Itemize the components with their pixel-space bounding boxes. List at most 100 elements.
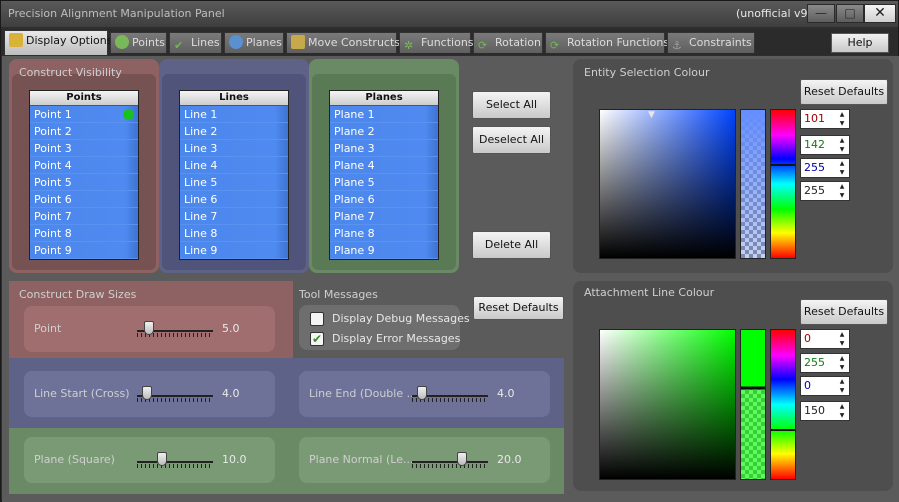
point-size-thumb[interactable] <box>144 321 154 335</box>
planes-header[interactable]: Planes <box>330 91 438 106</box>
tab-label: Display Options <box>26 34 113 47</box>
list-item[interactable]: Line 3 <box>180 140 288 157</box>
plane-size-thumb[interactable] <box>157 452 167 466</box>
spin-value: 255 <box>804 356 825 369</box>
attachment-red-spinbox[interactable]: 0 ▲ ▼ <box>800 329 850 349</box>
entity-red-spinbox[interactable]: 101 ▲ ▼ <box>800 109 850 129</box>
spin-arrows-icon[interactable]: ▲ ▼ <box>837 182 847 200</box>
tab-move-constructs[interactable]: Move Constructs <box>286 32 400 53</box>
title-bar[interactable]: Precision Alignment Manipulation Panel (… <box>1 1 898 27</box>
tab-planes[interactable]: Planes <box>224 32 284 53</box>
attachment-alpha-slider[interactable] <box>740 329 766 480</box>
list-item[interactable]: Line 5 <box>180 174 288 191</box>
spin-arrows-icon[interactable]: ▲ ▼ <box>837 330 847 348</box>
tab-points[interactable]: Points <box>110 32 167 53</box>
lines-list[interactable]: Lines Line 1 Line 2 Line 3 Line 4 Line 5… <box>179 90 289 260</box>
tab-display-options[interactable]: Display Options <box>4 30 113 55</box>
spin-arrows-icon[interactable]: ▲ ▼ <box>837 110 847 128</box>
list-item[interactable]: Point 7 <box>30 208 138 225</box>
list-item[interactable]: Plane 6 <box>330 191 438 208</box>
anchor-icon: ⚓ <box>672 39 682 52</box>
planes-list[interactable]: Planes Plane 1 Plane 2 Plane 3 Plane 4 P… <box>329 90 439 260</box>
attachment-reset-defaults-button[interactable]: Reset Defaults <box>800 299 888 325</box>
list-item[interactable]: Plane 8 <box>330 225 438 242</box>
delete-all-button[interactable]: Delete All <box>472 231 551 259</box>
deselect-all-button[interactable]: Deselect All <box>472 126 551 154</box>
list-item[interactable]: Line 2 <box>180 123 288 140</box>
entity-alpha-slider[interactable] <box>740 109 766 259</box>
list-item[interactable]: Plane 1 <box>330 106 438 123</box>
line-end-thumb[interactable] <box>417 386 427 400</box>
list-item[interactable]: Plane 4 <box>330 157 438 174</box>
list-item[interactable]: Point 8 <box>30 225 138 242</box>
list-item[interactable]: Point 3 <box>30 140 138 157</box>
select-all-button[interactable]: Select All <box>472 91 551 119</box>
tool-messages-title: Tool Messages <box>299 288 378 301</box>
list-item[interactable]: Point 1 <box>30 106 138 123</box>
spin-arrows-icon[interactable]: ▲ ▼ <box>837 159 847 177</box>
lines-header[interactable]: Lines <box>180 91 288 106</box>
entity-blue-spinbox[interactable]: 255 ▲ ▼ <box>800 158 850 178</box>
tab-lines[interactable]: ✔ Lines <box>169 32 222 53</box>
points-list[interactable]: Points Point 1 Point 2 Point 3 Point 4 P… <box>29 90 139 260</box>
attachment-green-spinbox[interactable]: 255 ▲ ▼ <box>800 353 850 373</box>
visible-indicator-icon <box>123 109 134 120</box>
attachment-saturation-value-picker[interactable] <box>599 329 736 480</box>
list-item[interactable]: Point 9 <box>30 242 138 259</box>
list-item[interactable]: Plane 5 <box>330 174 438 191</box>
tab-label: Points <box>132 36 166 49</box>
list-item[interactable]: Point 5 <box>30 174 138 191</box>
list-item[interactable]: Line 6 <box>180 191 288 208</box>
list-item[interactable]: Plane 9 <box>330 242 438 259</box>
tab-constraints[interactable]: ⚓ Constraints <box>667 32 755 53</box>
plane-size-label: Plane (Square) <box>34 453 115 466</box>
entity-saturation-value-picker[interactable]: ▼ <box>599 109 736 259</box>
error-messages-label[interactable]: Display Error Messages <box>332 332 460 345</box>
entity-reset-defaults-button[interactable]: Reset Defaults <box>800 79 888 105</box>
line-start-slider-row: Line Start (Cross) 4.0 <box>24 371 275 417</box>
spin-arrows-icon[interactable]: ▲ ▼ <box>837 377 847 395</box>
maximize-button[interactable]: □ <box>836 4 864 23</box>
line-end-label: Line End (Double ... <box>309 387 418 400</box>
close-button[interactable]: ✕ <box>864 4 896 23</box>
spin-arrows-icon[interactable]: ▲ ▼ <box>837 136 847 154</box>
list-item[interactable]: Line 8 <box>180 225 288 242</box>
tab-rotation-functions[interactable]: ⟳ Rotation Functions <box>545 32 669 53</box>
list-item[interactable]: Line 1 <box>180 106 288 123</box>
entity-green-spinbox[interactable]: 142 ▲ ▼ <box>800 135 850 155</box>
plane-normal-value: 20.0 <box>497 453 522 466</box>
list-item[interactable]: Point 4 <box>30 157 138 174</box>
list-item[interactable]: Line 9 <box>180 242 288 259</box>
plane-normal-thumb[interactable] <box>457 452 467 466</box>
entity-alpha-spinbox[interactable]: 255 ▲ ▼ <box>800 181 850 201</box>
tab-label: Rotation Functions <box>567 36 670 49</box>
tab-rotation[interactable]: ⟳ Rotation <box>473 32 543 53</box>
minimize-button[interactable]: — <box>807 4 835 23</box>
entity-hue-slider[interactable] <box>770 109 796 259</box>
debug-messages-checkbox[interactable] <box>310 312 324 326</box>
list-item[interactable]: Plane 3 <box>330 140 438 157</box>
point-size-slider-row: Point 5.0 <box>24 306 275 352</box>
list-item[interactable]: Point 6 <box>30 191 138 208</box>
attachment-alpha-spinbox[interactable]: 150 ▲ ▼ <box>800 401 850 421</box>
list-item[interactable]: Line 4 <box>180 157 288 174</box>
spin-arrows-icon[interactable]: ▲ ▼ <box>837 354 847 372</box>
gear-icon: ✲ <box>404 39 414 52</box>
debug-messages-label[interactable]: Display Debug Messages <box>332 312 470 325</box>
tab-functions[interactable]: ✲ Functions <box>399 32 474 53</box>
help-button[interactable]: Help <box>831 33 889 53</box>
tool-messages-reset-button[interactable]: Reset Defaults <box>473 296 564 320</box>
attachment-hue-slider[interactable] <box>770 329 796 480</box>
plane-normal-track[interactable] <box>412 461 488 463</box>
plane-size-track[interactable] <box>137 461 213 463</box>
points-header[interactable]: Points <box>30 91 138 106</box>
attachment-blue-spinbox[interactable]: 0 ▲ ▼ <box>800 376 850 396</box>
error-messages-checkbox[interactable]: ✔ <box>310 332 324 346</box>
line-start-thumb[interactable] <box>142 386 152 400</box>
tab-bar: Display Options Points ✔ Lines Planes Mov… <box>1 29 898 55</box>
list-item[interactable]: Plane 2 <box>330 123 438 140</box>
spin-arrows-icon[interactable]: ▲ ▼ <box>837 402 847 420</box>
list-item[interactable]: Plane 7 <box>330 208 438 225</box>
list-item[interactable]: Line 7 <box>180 208 288 225</box>
list-item[interactable]: Point 2 <box>30 123 138 140</box>
